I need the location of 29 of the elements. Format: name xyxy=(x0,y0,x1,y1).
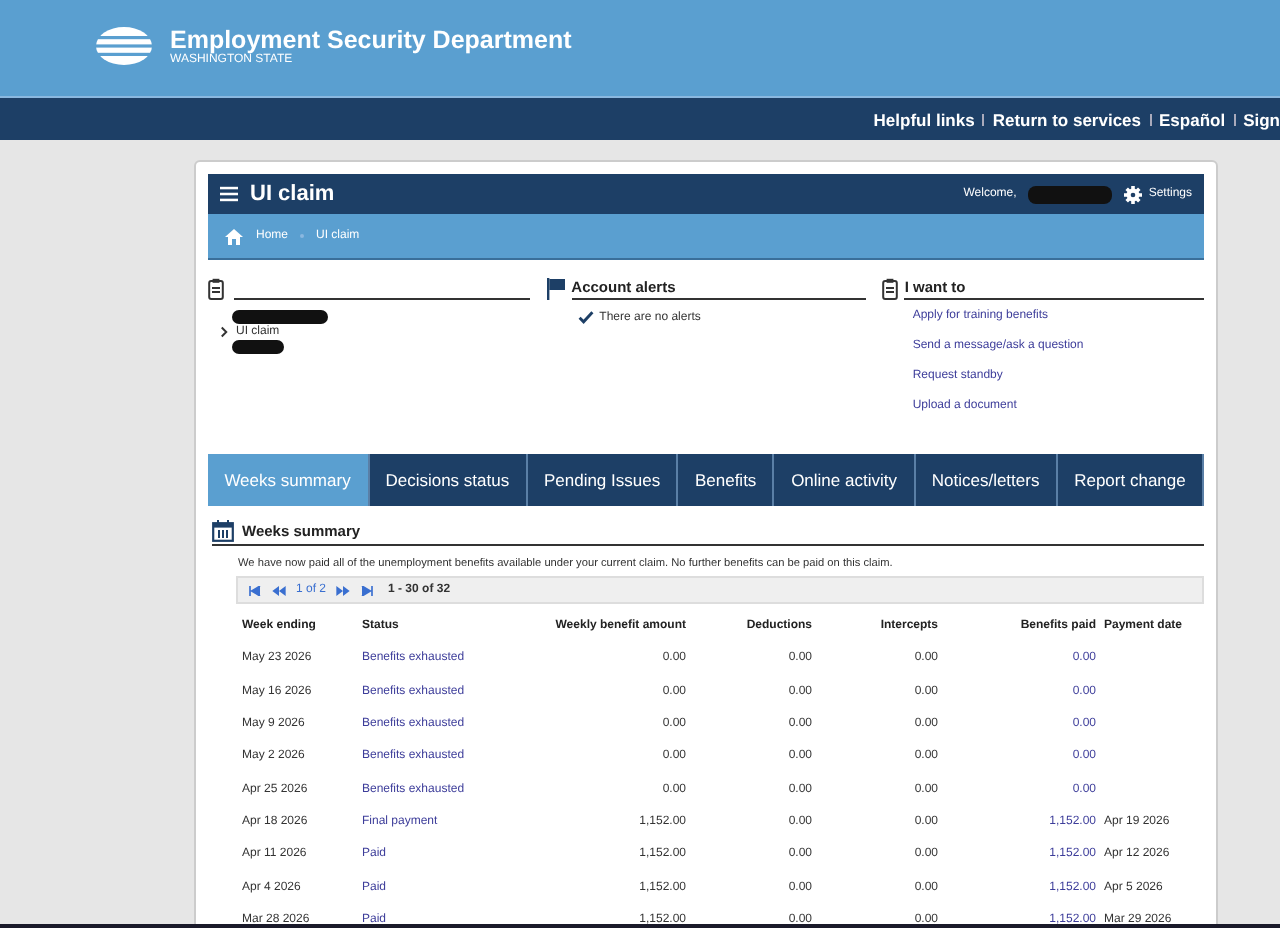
clipboard-icon xyxy=(208,278,224,300)
redaction-mark xyxy=(232,310,328,324)
nav-link[interactable]: Helpful links xyxy=(873,109,975,129)
clipboard-icon xyxy=(882,278,899,300)
previous-page-icon[interactable] xyxy=(272,585,286,595)
claim-title: UI claim xyxy=(250,182,335,206)
tab[interactable]: Pending Issues xyxy=(527,454,679,506)
tab[interactable]: Notices/letters xyxy=(915,454,1058,506)
nav-link[interactable]: Español xyxy=(1159,109,1226,129)
redaction-mark xyxy=(1028,185,1113,203)
last-page-icon[interactable] xyxy=(360,585,375,595)
home-icon[interactable] xyxy=(224,227,244,245)
logo-icon xyxy=(94,26,154,66)
redaction-mark xyxy=(232,340,284,354)
flag-icon xyxy=(545,278,566,300)
tab[interactable]: Report change xyxy=(1057,454,1205,506)
checkmark-icon xyxy=(577,310,594,324)
chevron-icon xyxy=(220,326,228,338)
first-page-icon[interactable] xyxy=(248,585,262,595)
next-page-icon[interactable] xyxy=(336,585,351,595)
tab[interactable]: Benefits xyxy=(678,454,775,506)
gear-icon xyxy=(1124,185,1143,203)
nav-link[interactable]: Sign xyxy=(1243,109,1280,129)
tab[interactable]: Decisions status xyxy=(369,454,528,506)
tab[interactable]: Online activity xyxy=(774,454,916,506)
calendar-icon xyxy=(212,520,234,542)
menu-icon[interactable] xyxy=(220,186,238,202)
agency-name: Employment Security Department xyxy=(170,25,572,53)
nav-link[interactable]: Return to services xyxy=(992,109,1142,129)
